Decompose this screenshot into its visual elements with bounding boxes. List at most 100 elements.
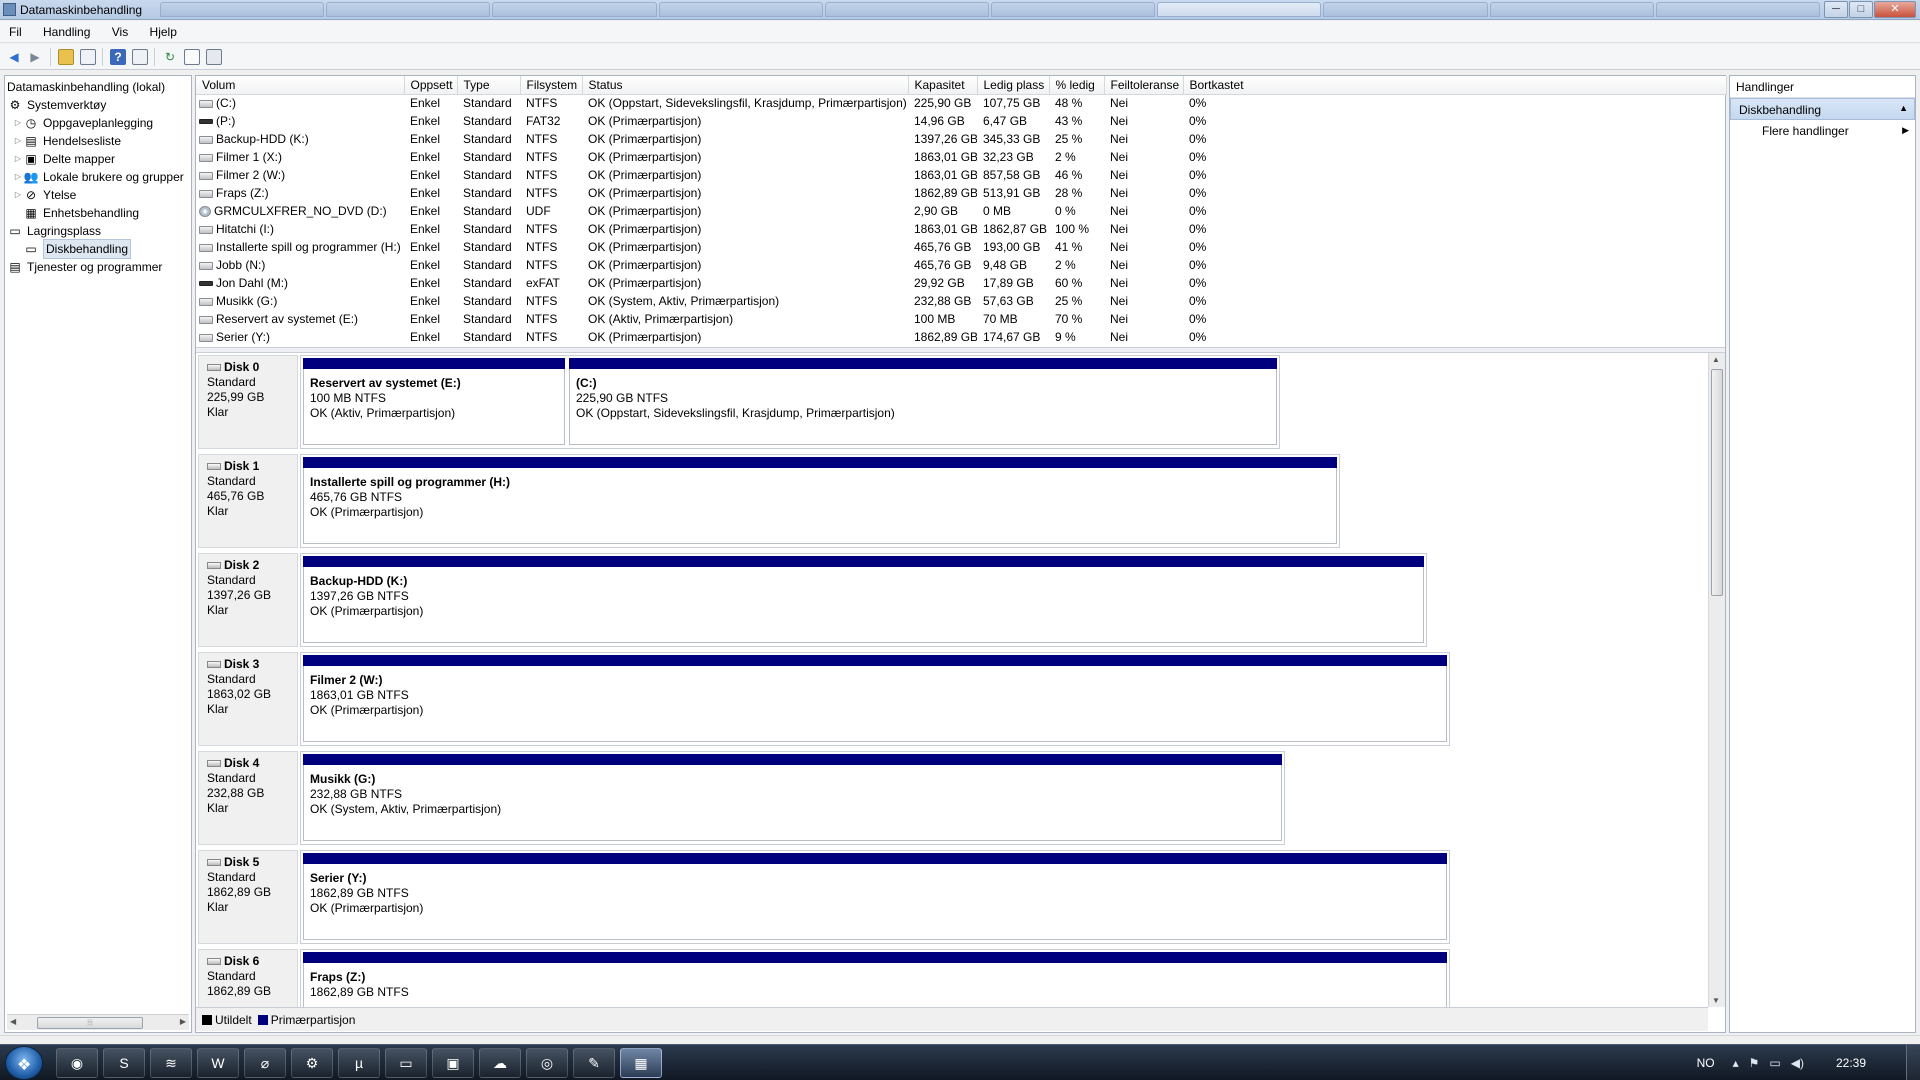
- column-header[interactable]: Ledig plass: [977, 76, 1050, 95]
- table-row[interactable]: Serier (Y:) Enkel Standard NTFS OK (Primærpa…: [196, 328, 1726, 346]
- back-arrow-icon[interactable]: ◀: [6, 49, 22, 65]
- tree-item[interactable]: ▭ Lagringsplass: [7, 222, 101, 240]
- forward-arrow-icon[interactable]: ▶: [27, 49, 43, 65]
- background-tab[interactable]: [1157, 2, 1322, 17]
- explorer-icon[interactable]: ▭: [385, 1048, 427, 1078]
- tree-item[interactable]: ▷ ◷ Oppgaveplanlegging: [13, 114, 153, 132]
- refresh-icon[interactable]: ↻: [162, 49, 178, 65]
- background-tab[interactable]: [326, 2, 491, 17]
- column-header[interactable]: Filsystem: [520, 76, 583, 95]
- background-tab[interactable]: [824, 2, 990, 17]
- expand-triangle-icon[interactable]: ▷: [13, 132, 23, 150]
- partition-block[interactable]: Reservert av systemet (E:) 100 MB NTFS OK …: [301, 356, 567, 448]
- table-row[interactable]: Filmer 1 (X:) Enkel Standard NTFS OK (Primær…: [196, 148, 1726, 166]
- column-header[interactable]: Volum: [196, 76, 405, 95]
- partition-block[interactable]: (C:) 225,90 GB NTFS OK (Oppstart, Sideveks…: [567, 356, 1279, 448]
- word-icon[interactable]: W: [197, 1048, 239, 1078]
- collapse-up-icon[interactable]: ▲: [1899, 103, 1908, 113]
- close-button[interactable]: ✕: [1874, 1, 1916, 18]
- chrome-icon[interactable]: ◉: [56, 1048, 98, 1078]
- expand-triangle-icon[interactable]: ▷: [13, 150, 23, 168]
- background-tab[interactable]: [991, 2, 1156, 17]
- partition-block[interactable]: Filmer 2 (W:) 1863,01 GB NTFS OK (Primærpa…: [301, 653, 1449, 745]
- action-center-flag-icon[interactable]: ⚑: [1749, 1056, 1760, 1070]
- scrollbar-thumb[interactable]: [1711, 369, 1723, 596]
- tree-item[interactable]: ▭ Diskbehandling: [13, 239, 132, 259]
- partition-block[interactable]: Musikk (G:) 232,88 GB NTFS OK (System, Akt…: [301, 752, 1284, 844]
- scroll-right-icon[interactable]: ▶: [180, 1017, 186, 1026]
- table-row[interactable]: Installerte spill og programmer (H:) Enke…: [196, 238, 1726, 256]
- show-hide-tree-icon[interactable]: [80, 49, 96, 65]
- utorrent-icon[interactable]: µ: [338, 1048, 380, 1078]
- tree-item[interactable]: ▷ ▤ Hendelsesliste: [13, 132, 121, 150]
- partition-block[interactable]: Fraps (Z:) 1862,89 GB NTFS: [301, 950, 1449, 1007]
- acrobat-icon[interactable]: ✎: [573, 1048, 615, 1078]
- skype-icon[interactable]: S: [103, 1048, 145, 1078]
- spotify-icon[interactable]: ≋: [150, 1048, 192, 1078]
- disk-info[interactable]: Disk 4 Standard 232,88 GB Klar: [198, 751, 298, 845]
- actions-section-diskbehandling[interactable]: Diskbehandling ▲: [1730, 98, 1915, 120]
- table-row[interactable]: Jon Dahl (M:) Enkel Standard exFAT OK (Primæ…: [196, 274, 1726, 292]
- tree-item[interactable]: ▷ ▣ Delte mapper: [13, 150, 115, 168]
- network-icon[interactable]: ☁: [479, 1048, 521, 1078]
- photoshop-icon[interactable]: ⌀: [244, 1048, 286, 1078]
- tree-item[interactable]: Datamaskinbehandling (lokal): [7, 78, 165, 96]
- show-desktop-button[interactable]: [1906, 1045, 1920, 1080]
- column-header[interactable]: Feiltoleranse: [1104, 76, 1184, 95]
- help-icon[interactable]: ?: [110, 49, 126, 65]
- column-header[interactable]: Bortkastet: [1183, 76, 1727, 95]
- column-header[interactable]: Status: [582, 76, 909, 95]
- partition-block[interactable]: Serier (Y:) 1862,89 GB NTFS OK (Primærpart…: [301, 851, 1449, 943]
- network-icon[interactable]: ▭: [1769, 1056, 1780, 1070]
- table-row[interactable]: (P:) Enkel Standard FAT32 OK (Primærpartisjo…: [196, 112, 1726, 130]
- column-header[interactable]: Oppsett: [404, 76, 458, 95]
- scroll-down-icon[interactable]: ▼: [1712, 996, 1720, 1005]
- menu-vis[interactable]: Vis: [103, 21, 137, 39]
- menu-fil[interactable]: Fil: [0, 21, 31, 39]
- media-icon[interactable]: ◎: [526, 1048, 568, 1078]
- minimize-button[interactable]: ─: [1824, 1, 1848, 18]
- expand-triangle-icon[interactable]: ▷: [13, 168, 23, 186]
- up-folder-icon[interactable]: [58, 49, 74, 65]
- table-row[interactable]: (C:) Enkel Standard NTFS OK (Oppstart, Sidev…: [196, 94, 1726, 112]
- background-tab[interactable]: [1655, 2, 1821, 17]
- computer-management-icon[interactable]: ▦: [620, 1048, 662, 1078]
- table-row[interactable]: Filmer 2 (W:) Enkel Standard NTFS OK (Primær…: [196, 166, 1726, 184]
- background-tab[interactable]: [492, 2, 657, 17]
- volume-icon[interactable]: ◀): [1791, 1056, 1804, 1070]
- background-tab[interactable]: [1323, 2, 1488, 17]
- partition-block[interactable]: Backup-HDD (K:) 1397,26 GB NTFS OK (Primær…: [301, 554, 1426, 646]
- column-header[interactable]: Type: [457, 76, 521, 95]
- menu-hjelp[interactable]: Hjelp: [141, 21, 186, 39]
- tree-item[interactable]: ▷ ⊘ Ytelse: [13, 186, 76, 204]
- background-tab[interactable]: [658, 2, 823, 17]
- tray-arrow-icon[interactable]: ▴: [1733, 1056, 1739, 1070]
- disk-info[interactable]: Disk 6 Standard 1862,89 GB: [198, 949, 298, 1007]
- tree-item[interactable]: ⚙ Systemverktøy: [7, 96, 107, 114]
- disk-info[interactable]: Disk 2 Standard 1397,26 GB Klar: [198, 553, 298, 647]
- table-row[interactable]: Musikk (G:) Enkel Standard NTFS OK (System, …: [196, 292, 1726, 310]
- properties-icon[interactable]: [184, 49, 200, 65]
- scroll-left-icon[interactable]: ◀: [10, 1017, 16, 1026]
- tree-item[interactable]: ▤ Tjenester og programmer: [7, 258, 162, 276]
- expand-triangle-icon[interactable]: ▷: [13, 114, 23, 132]
- tree-item[interactable]: ▦ Enhetsbehandling: [13, 204, 139, 222]
- expand-triangle-icon[interactable]: ▷: [13, 186, 23, 204]
- export-list-icon[interactable]: [206, 49, 222, 65]
- show-hide-action-pane-icon[interactable]: [132, 49, 148, 65]
- column-header[interactable]: Kapasitet: [908, 76, 978, 95]
- disk-info[interactable]: Disk 0 Standard 225,99 GB Klar: [198, 355, 298, 449]
- background-tab[interactable]: [160, 2, 325, 17]
- table-row[interactable]: Reservert av systemet (E:) Enkel Standard N…: [196, 310, 1726, 328]
- disk-info[interactable]: Disk 5 Standard 1862,89 GB Klar: [198, 850, 298, 944]
- task-icon[interactable]: ▣: [432, 1048, 474, 1078]
- clock[interactable]: 22:39: [1836, 1056, 1866, 1070]
- language-indicator[interactable]: NO: [1697, 1056, 1715, 1070]
- disk-info[interactable]: Disk 1 Standard 465,76 GB Klar: [198, 454, 298, 548]
- maximize-button[interactable]: □: [1849, 1, 1873, 18]
- table-row[interactable]: Hitatchi (I:) Enkel Standard NTFS OK (Primær…: [196, 220, 1726, 238]
- scrollbar-thumb[interactable]: ⦙⦙⦙: [37, 1017, 143, 1029]
- background-tab[interactable]: [1489, 2, 1654, 17]
- start-button[interactable]: ❖: [5, 1046, 43, 1080]
- table-row[interactable]: Fraps (Z:) Enkel Standard NTFS OK (Primærpar…: [196, 184, 1726, 202]
